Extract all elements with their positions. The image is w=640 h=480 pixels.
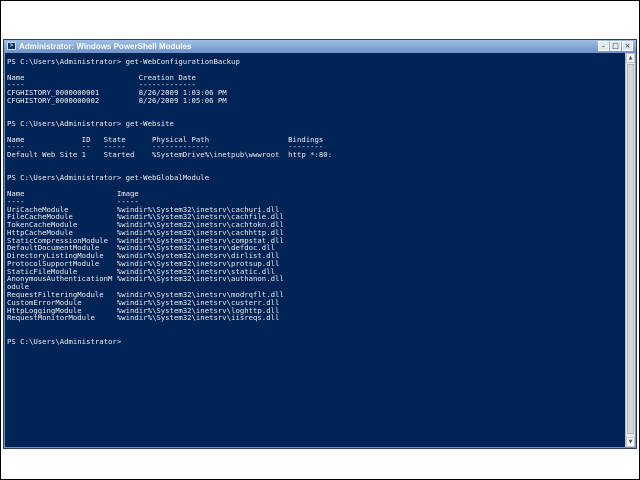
console-line: Default Web Site 1 Started %SystemDrive%…: [7, 150, 333, 160]
console-line: PS C:\Users\Administrator> get-Website: [7, 119, 174, 129]
window-controls: – □ ×: [598, 41, 633, 52]
console-line: AnonymousAuthenticationM %windir%\System…: [7, 274, 284, 284]
scroll-up-arrow-icon[interactable]: ▲: [626, 53, 635, 63]
close-button[interactable]: ×: [622, 41, 633, 51]
powershell-icon: >: [7, 42, 16, 50]
powershell-window: > Administrator: Windows PowerShell Modu…: [3, 39, 637, 449]
title-bar[interactable]: > Administrator: Windows PowerShell Modu…: [4, 40, 636, 53]
console-output[interactable]: PS C:\Users\Administrator> get-WebConfig…: [5, 53, 625, 447]
vertical-scrollbar[interactable]: ▲ ▼: [625, 53, 635, 447]
console-line: PS C:\Users\Administrator> get-WebGlobal…: [7, 173, 210, 183]
minimize-button[interactable]: –: [598, 41, 609, 51]
console-line: PS C:\Users\Administrator>: [7, 336, 122, 346]
console-lines: PS C:\Users\Administrator> get-WebConfig…: [7, 58, 332, 345]
maximize-button[interactable]: □: [610, 41, 621, 51]
console-line: RequestMonitorModule %windir%\System32\i…: [7, 313, 280, 323]
window-title: Administrator: Windows PowerShell Module…: [19, 42, 192, 51]
scroll-down-arrow-icon[interactable]: ▼: [626, 437, 635, 447]
console-line: CFGHISTORY_0000000002 8/26/2009 1:05:06 …: [7, 95, 227, 105]
screenshot-frame: > Administrator: Windows PowerShell Modu…: [0, 0, 640, 480]
console-line: PS C:\Users\Administrator> get-WebConfig…: [7, 57, 240, 66]
scroll-thumb[interactable]: [627, 64, 634, 434]
